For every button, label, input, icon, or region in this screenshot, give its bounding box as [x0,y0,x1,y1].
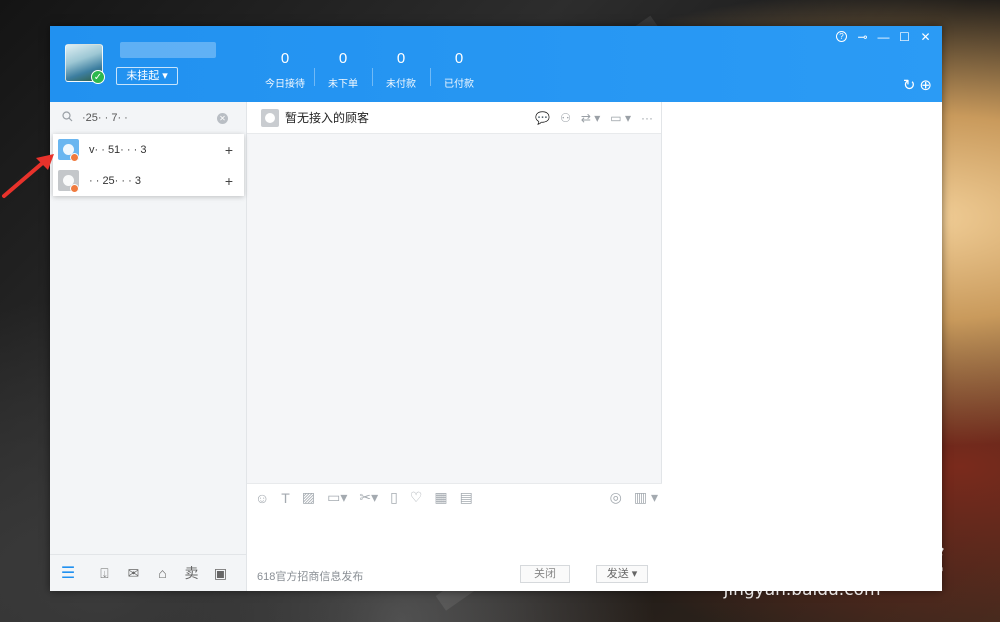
stat-today-reception[interactable]: 0 今日接待 [256,50,314,90]
close-icon[interactable]: ✕ [915,29,936,45]
search-icon [62,111,76,125]
template-icon[interactable]: ▥ ▾ [634,489,658,506]
search-bar: ✕ [62,109,236,127]
result-name: · · 25· · · 3 [89,174,141,187]
title-bar: ✓ 未挂起 ▾ 0 今日接待 0 未下单 0 未付款 0 已付款 ? ⊸ — ☐… [50,26,942,102]
chat-tools: 💬 ⚇ ⇄ ▾ ▭ ▾ ··· [535,110,653,126]
window-controls: ? ⊸ — ☐ ✕ [831,29,936,45]
maximize-icon[interactable]: ☐ [894,29,915,45]
search-results-dropdown: v· · 51· · · 3 + · · 25· · · 3 + [53,134,244,196]
download-icon[interactable]: ⍗ [90,565,119,582]
badge-icon [70,153,79,162]
stat-label: 未下单 [328,79,358,90]
app-window: ✓ 未挂起 ▾ 0 今日接待 0 未下单 0 未付款 0 已付款 ? ⊸ — ☐… [50,26,942,591]
promo-link[interactable]: 618官方招商信息发布 [257,568,363,584]
pin-icon[interactable]: ⊸ [852,29,873,45]
heart-icon[interactable]: ♡ [410,489,423,506]
stat-value: 0 [396,50,406,67]
left-footer-toolbar: ☰ ⍗ ✉ ⌂ 卖 ▣ [50,554,247,591]
customer-info-panel [662,102,942,591]
result-name: v· · 51· · · 3 [89,143,147,156]
add-contact-button[interactable]: + [225,142,233,158]
stat-value: 0 [454,50,464,67]
stat-value: 0 [338,50,348,67]
sell-icon[interactable]: 卖 [177,563,206,583]
list-item[interactable]: · · 25· · · 3 + [53,165,244,196]
more-icon[interactable]: ··· [641,110,653,126]
minimize-icon[interactable]: — [873,29,894,45]
layout-icon[interactable]: ▣ [206,565,235,582]
input-footer: 618官方招商信息发布 关闭 发送 ▾ [257,565,648,585]
refresh-icon[interactable]: ↻ [903,78,916,94]
stat-label: 已付款 [444,79,474,90]
status-dropdown[interactable]: 未挂起 ▾ [116,67,178,85]
chat-panel: 暂无接入的顾客 💬 ⚇ ⇄ ▾ ▭ ▾ ··· ☺ T ▨ ▭▾ ✂▾ ▯ ♡ … [247,102,662,591]
nickname-blurred [120,42,216,58]
customer-icon [261,108,279,127]
add-contact-button[interactable]: + [225,173,233,189]
image-icon[interactable]: ▨ [302,489,315,506]
search-input[interactable] [82,112,217,124]
stats-bar: 0 今日接待 0 未下单 0 未付款 0 已付款 [256,50,488,90]
message-area[interactable] [247,134,662,483]
emoji-icon[interactable]: ☺ [255,490,269,506]
clear-icon[interactable]: ✕ [217,112,228,124]
scissors-icon[interactable]: ✂▾ [359,489,378,506]
badge-icon [70,184,79,193]
vibrate-icon[interactable]: ▯ [390,489,398,506]
stat-label: 未付款 [386,79,416,90]
avatar[interactable]: ✓ [65,44,105,84]
folder-icon[interactable]: ▭▾ [327,489,347,506]
stat-unpaid[interactable]: 0 未付款 [372,50,430,90]
main-body: ✕ v· · 51· · · 3 + · · 25· · · 3 + ☰ [50,102,942,591]
help-icon[interactable]: ? [836,31,847,42]
mail-icon[interactable]: ✉ [119,565,148,582]
watermark-url: jingyan.baidu.com [723,580,881,600]
input-area: ☺ T ▨ ▭▾ ✂▾ ▯ ♡ ▦ ▤ ◎ ▥ ▾ 618官方招商信息发布 关闭 [247,483,662,591]
transfer-icon[interactable]: ⇄ ▾ [581,110,600,126]
message-input[interactable] [247,512,662,562]
video-icon[interactable]: ▭ ▾ [610,110,631,126]
stat-label: 今日接待 [265,79,305,90]
menu-icon[interactable]: ☰ [50,563,86,583]
add-circle-icon[interactable]: ⊕ [919,78,932,94]
chat-title: 暂无接入的顾客 [285,111,370,125]
user-search-icon[interactable]: ⚇ [560,110,571,126]
title-tools: ↻ ⊕ [903,78,932,94]
stat-no-order[interactable]: 0 未下单 [314,50,372,90]
chat-bubble-icon[interactable]: 💬 [535,110,550,126]
quick-reply-icon[interactable]: ◎ [610,489,622,506]
stat-paid[interactable]: 0 已付款 [430,50,488,90]
contact-panel: ✕ v· · 51· · · 3 + · · 25· · · 3 + ☰ [50,102,247,591]
coupon-icon[interactable]: ▤ [460,489,473,506]
input-toolbar: ☺ T ▨ ▭▾ ✂▾ ▯ ♡ ▦ ▤ ◎ ▥ ▾ [247,484,662,506]
watermark-brand: Bai du 经验 [711,534,945,578]
font-icon[interactable]: T [281,490,290,506]
online-check-icon: ✓ [91,70,105,84]
calculator-icon[interactable]: ▦ [434,489,447,506]
red-arrow-annotation [2,154,54,198]
chat-header: 暂无接入的顾客 💬 ⚇ ⇄ ▾ ▭ ▾ ··· [247,102,661,134]
baidu-watermark: Bai du 经验 jingyan.baidu.com [712,525,945,600]
shop-icon[interactable]: ⌂ [148,565,177,581]
close-button[interactable]: 关闭 [520,565,570,583]
send-button[interactable]: 发送 ▾ [596,565,648,583]
stat-value: 0 [280,50,290,67]
list-item[interactable]: v· · 51· · · 3 + [53,134,244,165]
